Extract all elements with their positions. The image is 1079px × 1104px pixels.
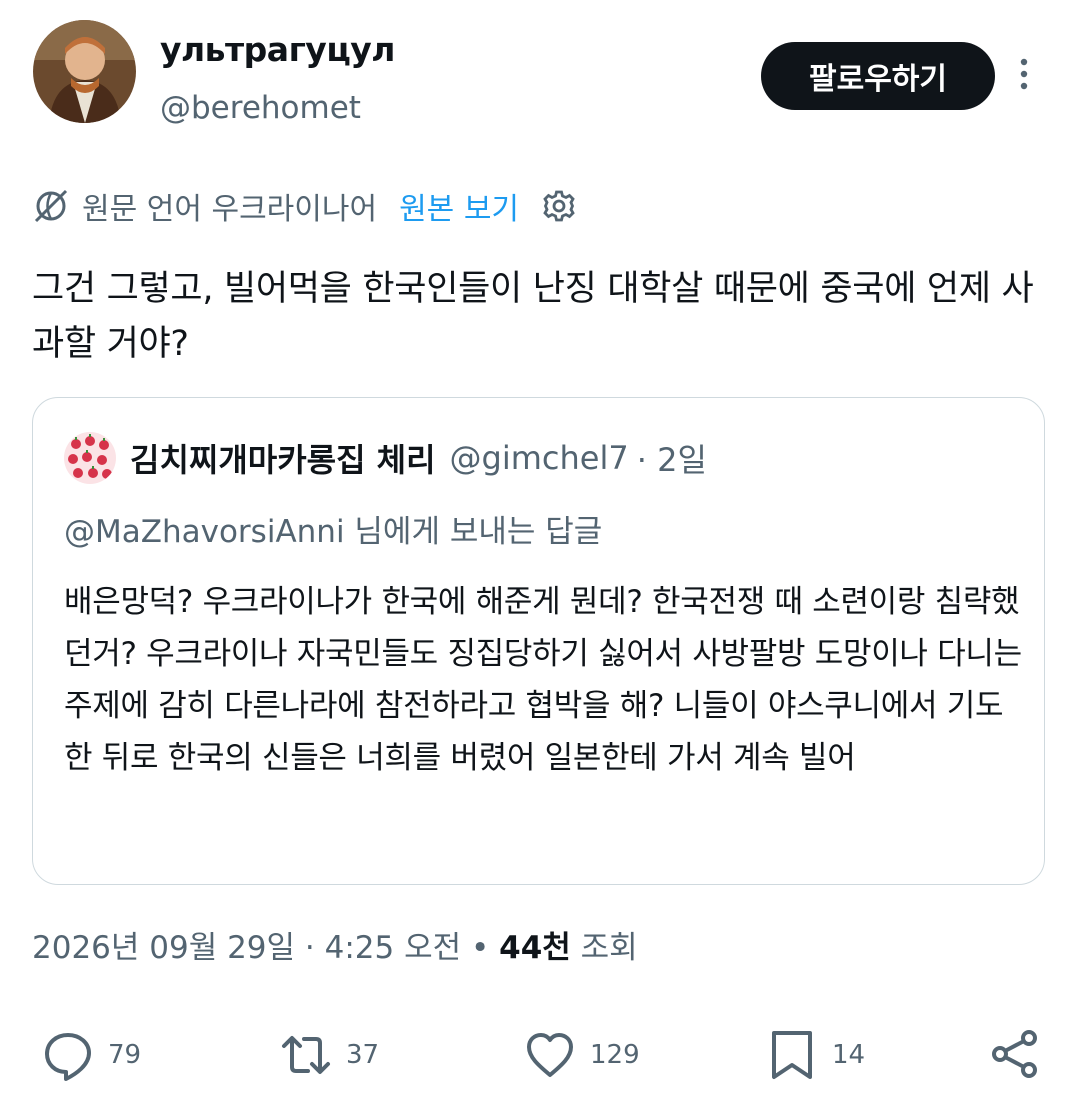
quoted-tweet-text: 배은망덕? 우크라이나가 한국에 해준게 뭔데? 한국전쟁 때 소련이랑 침략했…: [64, 584, 1022, 776]
tweet-datetime: 2026년 09월 29일 · 4:25 오전 •: [32, 930, 490, 966]
repost-icon: [282, 1036, 330, 1074]
quoted-tweet-time: · 2일: [636, 441, 707, 479]
repost-count: 37: [346, 1040, 380, 1070]
globe-slash-icon: [32, 187, 70, 225]
repost-button[interactable]: 37: [280, 1028, 379, 1082]
reply-icon: [45, 1033, 91, 1081]
quoted-author-handle[interactable]: @gimchel7: [450, 439, 629, 477]
bookmark-icon: [772, 1031, 812, 1079]
like-count: 129: [590, 1040, 640, 1070]
tweet-meta: 2026년 09월 29일 · 4:25 오전 • 44천 조회: [32, 922, 638, 967]
like-button[interactable]: 129: [524, 1028, 640, 1082]
bookmark-count: 14: [832, 1040, 866, 1070]
reply-count: 79: [108, 1040, 142, 1070]
author-avatar[interactable]: [33, 20, 136, 123]
tweet-text: 그건 그렇고, 빌어먹을 한국인들이 난징 대학살 때문에 중국에 언제 사과할…: [32, 269, 1034, 364]
reply-button[interactable]: 79: [42, 1028, 141, 1082]
view-label: 조회: [580, 930, 638, 966]
more-vertical-icon[interactable]: [1014, 56, 1034, 96]
share-icon[interactable]: [989, 1028, 1041, 1080]
author-handle[interactable]: @berehomet: [160, 90, 361, 126]
translation-bar: 원문 언어 우크라이나어 원본 보기: [32, 184, 577, 228]
view-count: 44천: [499, 930, 571, 966]
quoted-author-avatar[interactable]: [64, 432, 116, 484]
quoted-reply-to: @MaZhavorsiAnni 님에게 보내는 답글: [64, 514, 603, 550]
gear-icon[interactable]: [541, 188, 577, 224]
like-icon: [527, 1033, 573, 1077]
quoted-author-name[interactable]: 김치찌개마카롱집 체리: [130, 435, 436, 481]
source-language-label: 원문 언어 우크라이나어: [82, 192, 378, 227]
bookmark-button[interactable]: 14: [766, 1028, 865, 1082]
author-display-name[interactable]: ультрагуцул: [160, 30, 395, 69]
follow-button[interactable]: 팔로우하기: [761, 42, 995, 110]
quoted-tweet-header: 김치찌개마카롱집 체리 @gimchel7 · 2일: [130, 432, 707, 484]
view-original-link[interactable]: 원본 보기: [399, 184, 519, 228]
